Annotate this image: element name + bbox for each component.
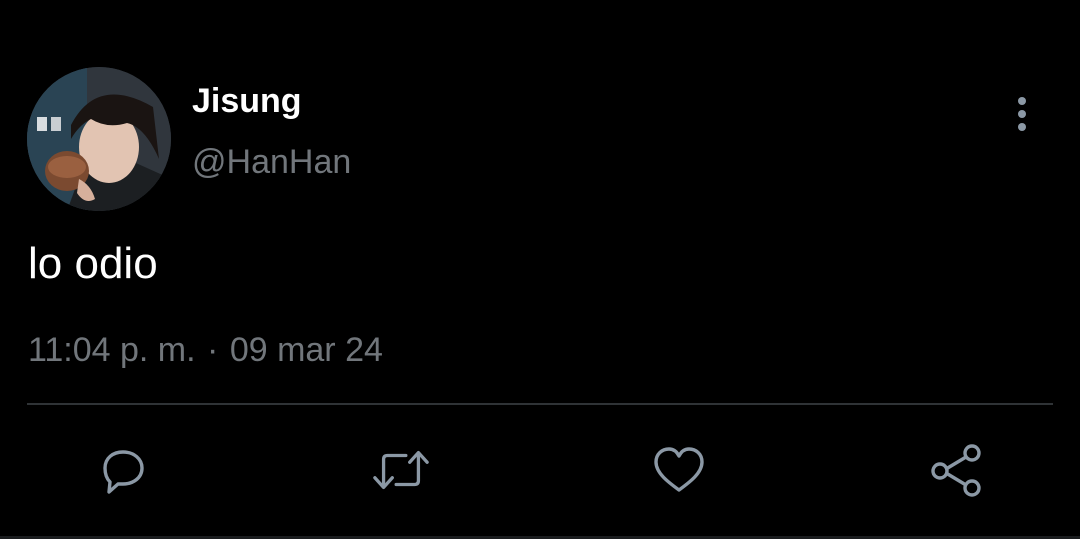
divider: [27, 403, 1053, 405]
display-name[interactable]: Jisung: [192, 81, 302, 121]
heart-icon: [654, 447, 704, 492]
retweet-button[interactable]: [371, 440, 431, 500]
retweet-icon: [373, 450, 429, 490]
tweet-time: 11:04 p. m.: [28, 331, 196, 369]
tweet-text: lo odio: [28, 239, 158, 288]
tweet-detail: Jisung @HanHan lo odio 11:04 p. m. · 09 …: [0, 0, 1080, 539]
reply-icon: [103, 450, 144, 494]
reply-button[interactable]: [93, 440, 153, 500]
share-button[interactable]: [927, 440, 987, 500]
more-options-button[interactable]: [1000, 92, 1044, 136]
tweet-date: 09 mar 24: [229, 331, 383, 369]
user-handle[interactable]: @HanHan: [192, 142, 351, 182]
tweet-timestamp[interactable]: 11:04 p. m. · 09 mar 24: [28, 330, 383, 370]
like-button[interactable]: [649, 440, 709, 500]
avatar[interactable]: [27, 67, 171, 211]
avatar-photo: [27, 67, 171, 211]
meta-separator: ·: [207, 331, 219, 369]
share-icon: [931, 444, 981, 497]
more-vertical-icon: [1018, 97, 1026, 131]
